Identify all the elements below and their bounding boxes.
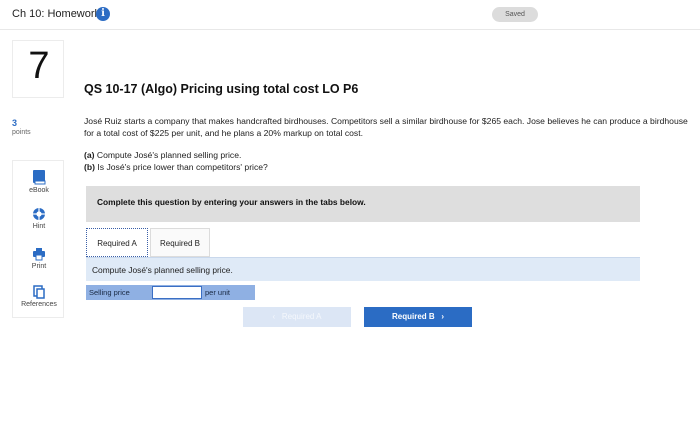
part-b-tag: (b) — [84, 162, 95, 172]
lifebuoy-icon — [33, 208, 45, 220]
tools-sidebar: eBook Hint Print References — [12, 160, 64, 318]
tool-references[interactable]: References — [13, 285, 65, 308]
tool-label-references: References — [21, 301, 57, 308]
question-part-a: (a) Compute José's planned selling price… — [84, 150, 241, 160]
panel-prompt: Compute José's planned selling price. — [92, 265, 233, 275]
question-number-box: 7 — [12, 40, 64, 98]
tool-label-hint: Hint — [32, 223, 46, 230]
book-icon — [33, 170, 46, 185]
tool-ebook[interactable]: eBook — [13, 169, 65, 194]
tab-required-b[interactable]: Required B — [150, 228, 210, 257]
answer-panel: Compute José's planned selling price. — [86, 257, 640, 281]
next-button-label: Required B — [391, 312, 435, 321]
tool-print[interactable]: Print — [13, 247, 65, 270]
tool-hint[interactable]: Hint — [13, 207, 65, 230]
part-a-tag: (a) — [84, 150, 95, 160]
tool-label-ebook: eBook — [29, 187, 49, 194]
prev-required-a-button[interactable]: ‹ Required A — [243, 307, 351, 327]
question-title: QS 10-17 (Algo) Pricing using total cost… — [84, 82, 359, 96]
next-required-b-button[interactable]: Required B › — [364, 307, 472, 327]
printer-icon — [33, 248, 45, 261]
prev-button-label: Required A — [281, 312, 322, 321]
copy-icon — [33, 285, 45, 299]
chevron-right-icon: › — [441, 312, 444, 321]
points-label: points — [12, 129, 31, 136]
per-unit-label: per unit — [205, 288, 231, 297]
saved-status-badge: Saved — [492, 7, 538, 22]
selling-price-label: Selling price — [89, 288, 130, 297]
assignment-title: Ch 10: Homework — [12, 8, 101, 20]
part-a-text: Compute José's planned selling price. — [94, 150, 242, 160]
tool-label-print: Print — [31, 263, 47, 270]
points-value: 3 — [12, 118, 18, 128]
selling-price-input[interactable] — [152, 286, 202, 299]
question-part-b: (b) Is José's price lower than competito… — [84, 162, 268, 172]
instructions-bar: Complete this question by entering your … — [86, 186, 640, 222]
selling-price-row: Selling price per unit — [86, 285, 255, 300]
tab-required-a[interactable]: Required A — [86, 228, 148, 257]
instructions-text: Complete this question by entering your … — [97, 197, 366, 207]
part-b-text: Is José's price lower than competitors' … — [94, 162, 268, 172]
info-icon[interactable]: i — [96, 7, 110, 21]
question-body: José Ruiz starts a company that makes ha… — [84, 116, 688, 138]
question-number: 7 — [28, 45, 50, 87]
top-bar: Ch 10: Homework i Saved — [0, 0, 700, 30]
chevron-left-icon: ‹ — [272, 312, 276, 321]
